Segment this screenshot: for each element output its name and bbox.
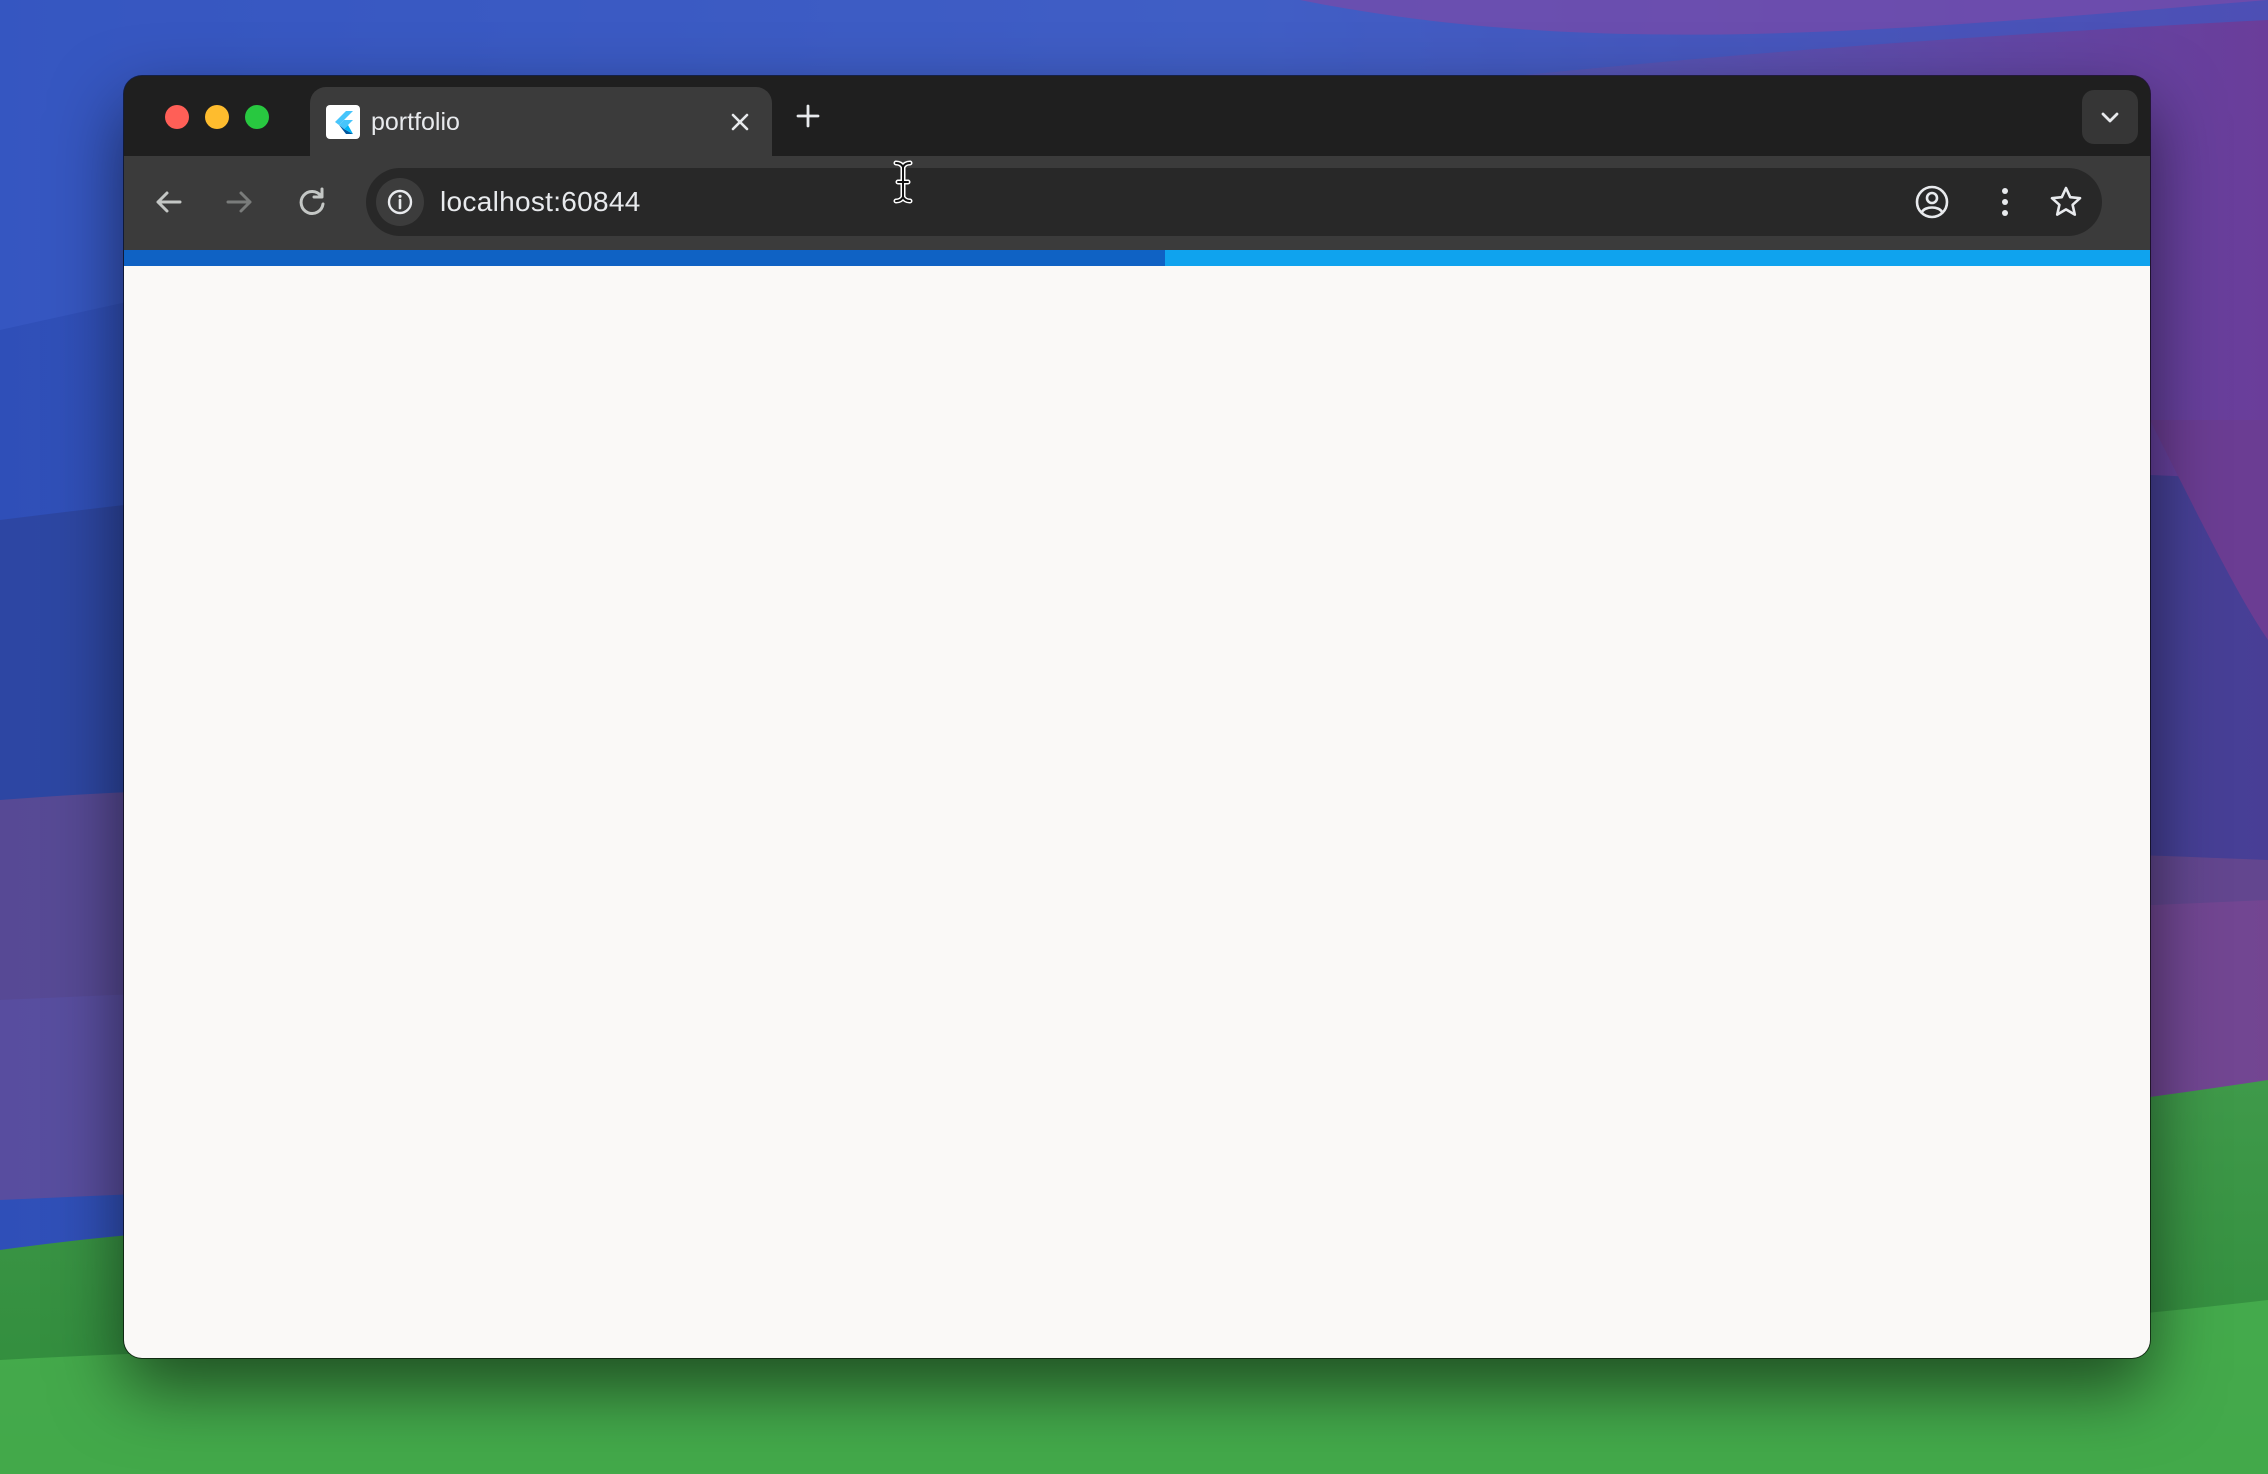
toolbar: localhost:60844 [124,156,2150,250]
flutter-logo-icon [326,105,360,139]
loading-progress-bar [124,250,2150,266]
url-text[interactable]: localhost:60844 [440,185,641,219]
loading-progress-fill [1165,250,2150,266]
info-icon [387,189,413,215]
window-maximize-button[interactable] [245,105,269,129]
close-tab-icon[interactable] [722,104,758,140]
reload-icon[interactable] [292,182,332,222]
text-cursor-icon [890,160,916,204]
tab-title: portfolio [371,108,460,136]
arrow-left-icon[interactable] [148,182,188,222]
star-icon[interactable] [2046,182,2086,222]
site-info-button[interactable] [376,178,424,226]
arrow-right-icon[interactable] [220,182,260,222]
tab-portfolio[interactable]: portfolio [310,87,772,156]
plus-icon[interactable] [790,98,826,134]
tab-strip: portfolio [124,76,2150,156]
browser-window: portfolio localhost:60844 [124,76,2150,1358]
chevron-down-icon [2101,112,2119,123]
tab-search-button[interactable] [2082,90,2138,144]
window-close-button[interactable] [165,105,189,129]
three-dots-vertical-icon[interactable] [1984,181,2026,223]
address-bar[interactable]: localhost:60844 [366,168,2102,236]
window-minimize-button[interactable] [205,105,229,129]
page-viewport[interactable] [124,266,2150,1358]
desktop-background: portfolio localhost:60844 [0,0,2268,1474]
profile-icon[interactable] [1911,181,1953,223]
